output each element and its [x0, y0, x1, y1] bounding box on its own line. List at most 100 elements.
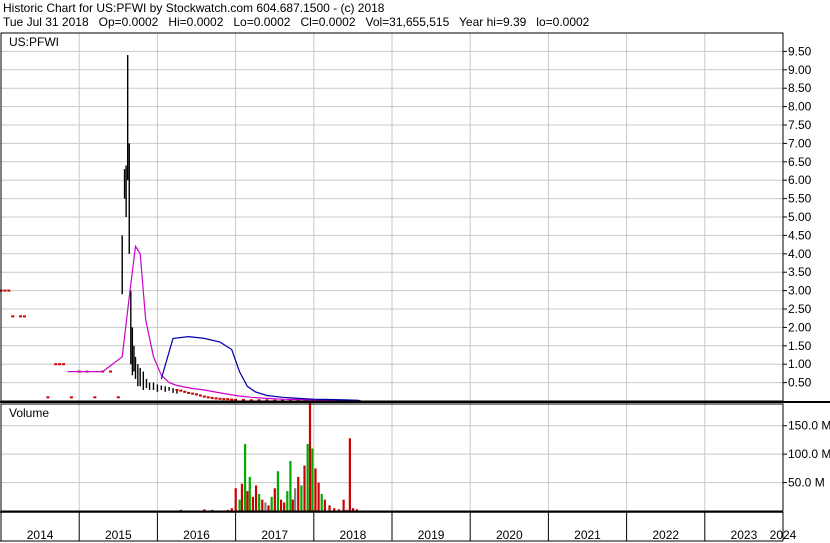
- close-price-mark: [226, 398, 230, 401]
- volume-y-tick-label: 100.0 M: [788, 447, 830, 461]
- price-y-tick-label: 8.50: [788, 81, 812, 95]
- close-price-mark: [210, 397, 214, 400]
- volume-grid: [1, 403, 784, 511]
- volume-bar: [264, 502, 267, 511]
- price-panel-title: US:PFWI: [9, 35, 59, 49]
- volume-bar: [323, 499, 326, 511]
- x-axis-label: 2021: [574, 528, 601, 542]
- price-y-tick-label: 6.50: [788, 155, 812, 169]
- volume-bar: [246, 491, 249, 511]
- volume-bar: [279, 499, 283, 511]
- close-price-mark: [183, 390, 187, 393]
- volume-bar: [303, 465, 306, 511]
- close-price-mark: [175, 388, 179, 391]
- volume-bar: [234, 488, 237, 511]
- close-price-mark: [19, 315, 23, 318]
- price-y-tick-label: 1.50: [788, 339, 812, 353]
- close-price-mark: [222, 398, 226, 401]
- price-y-tick-label: 7.50: [788, 118, 812, 132]
- volume-bar: [314, 468, 317, 511]
- close-price-mark: [58, 363, 62, 366]
- close-price-mark: [179, 389, 183, 392]
- volume-bar: [297, 476, 300, 511]
- x-axis-label: 2014: [27, 528, 54, 542]
- price-y-tick-label: 0.50: [788, 376, 812, 390]
- price-y-tick-label: 4.00: [788, 247, 812, 261]
- volume-bar: [328, 505, 331, 511]
- x-axis-label: 2023: [731, 528, 758, 542]
- price-y-tick-label: 7.00: [788, 136, 812, 150]
- close-price-mark: [191, 392, 195, 395]
- volume-bar: [294, 488, 297, 511]
- x-axis-label: 2016: [183, 528, 210, 542]
- x-axis-label: 2015: [105, 528, 132, 542]
- volume-bar: [270, 496, 273, 511]
- close-price-mark: [46, 396, 50, 399]
- volume-bar: [291, 499, 294, 511]
- price-y-tick-label: 3.00: [788, 284, 812, 298]
- close-price-mark: [3, 289, 7, 292]
- close-price-mark: [187, 391, 191, 394]
- volume-bar: [289, 460, 292, 511]
- volume-bar: [251, 496, 255, 511]
- volume-panel-title: Volume: [9, 406, 49, 420]
- close-price-mark: [230, 398, 234, 401]
- volume-bar: [276, 471, 280, 511]
- moving-average-line: [67, 244, 360, 402]
- price-y-tick-label: 5.00: [788, 210, 812, 224]
- volume-bar: [317, 482, 320, 511]
- stock-chart: 9.50 9.00 8.50 8.00 7.50 7.00 6.50 6.00 5.50 5.00…: [0, 32, 830, 542]
- close-price-mark: [22, 315, 26, 318]
- x-axis-label: 2018: [340, 528, 367, 542]
- volume-bar: [238, 499, 241, 511]
- volume-bar: [311, 448, 314, 511]
- close-price-mark: [202, 395, 206, 398]
- close-price-mark: [218, 397, 222, 400]
- price-y-tick-label: 8.00: [788, 100, 812, 114]
- volume-bar: [273, 488, 276, 511]
- x-axis-label: 2024: [770, 528, 797, 542]
- price-y-tick-label: 2.50: [788, 302, 812, 316]
- x-axis-label: 2017: [261, 528, 288, 542]
- close-price-mark: [206, 396, 210, 399]
- close-price-mark: [62, 363, 66, 366]
- price-y-tick-label: 3.50: [788, 265, 812, 279]
- price-y-tick-label: 4.50: [788, 228, 812, 242]
- volume-bar: [261, 499, 264, 511]
- price-y-axis-labels: 9.50 9.00 8.50 8.00 7.50 7.00 6.50 6.00 5.50 5.00…: [783, 44, 812, 390]
- close-price-mark: [54, 363, 58, 366]
- price-y-tick-label: 1.00: [788, 357, 812, 371]
- volume-bar: [258, 493, 261, 511]
- volume-bar: [254, 485, 258, 511]
- x-axis-label: 2022: [652, 528, 679, 542]
- close-price-mark: [69, 396, 73, 399]
- close-price-mark: [7, 289, 11, 292]
- price-y-tick-label: 2.00: [788, 320, 812, 334]
- volume-bar: [300, 485, 303, 511]
- volume-bar: [240, 483, 244, 511]
- volume-bar: [306, 443, 309, 511]
- volume-y-axis-labels: 150.0 M 100.0 M 50.0 M: [783, 419, 830, 490]
- volume-bar: [286, 491, 289, 511]
- x-axis-label: 2020: [496, 528, 523, 542]
- price-y-tick-label: 9.50: [788, 44, 812, 58]
- close-price-mark: [195, 393, 198, 396]
- x-axis-label: 2019: [418, 528, 445, 542]
- close-price-mark: [116, 396, 120, 399]
- x-axis-labels: 2014 2015 2016 2017 2018 2019 2020 2021 2022 2023…: [27, 512, 797, 542]
- close-price-mark: [93, 396, 97, 399]
- price-y-tick-label: 5.50: [788, 192, 812, 206]
- price-grid: [1, 33, 784, 401]
- volume-bar: [267, 505, 270, 511]
- close-price-mark: [198, 394, 202, 397]
- volume-bar: [308, 403, 312, 511]
- volume-y-tick-label: 50.0 M: [788, 476, 825, 490]
- volume-bar: [243, 443, 247, 511]
- volume-bar: [248, 476, 251, 511]
- panel-frames: [0, 32, 830, 542]
- price-marks: [0, 55, 361, 402]
- volume-y-tick-label: 150.0 M: [788, 419, 830, 433]
- volume-bar: [342, 499, 345, 511]
- close-price-mark: [108, 370, 112, 373]
- volume-bar: [283, 502, 286, 511]
